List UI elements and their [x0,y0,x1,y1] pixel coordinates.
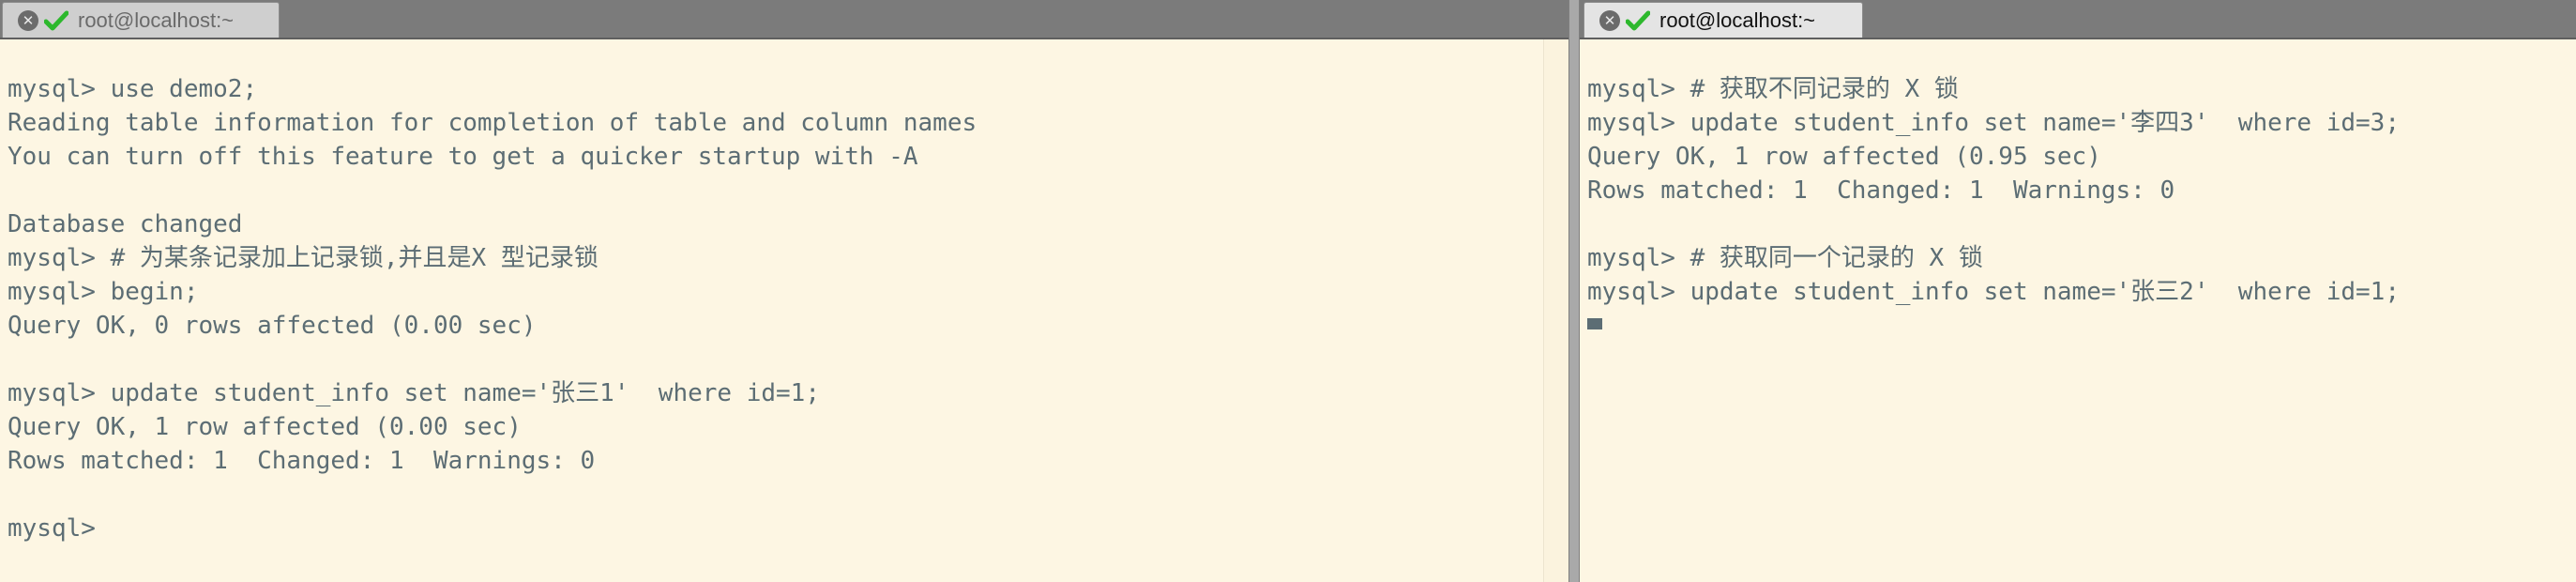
tab-title-left: root@localhost:~ [78,8,235,32]
terminal-tab-right[interactable]: ✕ root@localhost:~ [1583,2,1863,38]
terminal-line: mysql> # 获取不同记录的 X 锁 [1587,75,1959,103]
terminal-line: mysql> update student_info set name='张三2… [1587,278,2400,306]
check-icon [1626,10,1650,31]
terminal-line: Rows matched: 1 Changed: 1 Warnings: 0 [1587,176,2175,205]
check-icon [44,10,68,31]
close-icon[interactable]: ✕ [18,9,38,31]
close-icon[interactable]: ✕ [1599,9,1620,31]
terminal-line: Query OK, 0 rows affected (0.00 sec) [8,312,537,340]
terminal-line: Reading table information for completion… [8,109,977,137]
terminal-output-left[interactable]: mysql> use demo2; Reading table informati… [0,39,1568,582]
terminal-line [1587,309,2576,343]
terminal-pane-left[interactable]: ✕ root@localhost:~ mysql> use demo2; Read… [0,0,1568,582]
terminal-line: Query OK, 1 row affected (0.00 sec) [8,413,522,441]
terminal-cursor [1587,317,1602,329]
scrollbar-left[interactable] [1543,39,1568,582]
terminal-line: mysql> # 获取同一个记录的 X 锁 [1587,244,1983,272]
terminal-line: Rows matched: 1 Changed: 1 Warnings: 0 [8,447,596,475]
terminal-line: mysql> begin; [8,278,199,306]
terminal-line: You can turn off this feature to get a q… [8,143,918,171]
tab-bar-left: ✕ root@localhost:~ [0,0,1568,39]
terminal-line: mysql> [8,514,111,543]
screen: ✕ root@localhost:~ mysql> use demo2; Read… [0,0,2576,582]
pane-divider[interactable] [1568,0,1580,582]
terminal-line: Query OK, 1 row affected (0.95 sec) [1587,143,2101,171]
terminal-line: mysql> update student_info set name='张三1… [8,379,820,407]
terminal-pane-right[interactable]: ✕ root@localhost:~ mysql> # 获取不同记录的 X 锁m… [1580,0,2576,582]
terminal-output-right[interactable]: mysql> # 获取不同记录的 X 锁 mysql> update studen… [1580,39,2576,582]
terminal-line: mysql> update student_info set name='李四3… [1587,109,2400,137]
tab-title-right: root@localhost:~ [1659,8,1816,32]
terminal-line: mysql> use demo2; [8,75,258,103]
tab-bar-right: ✕ root@localhost:~ [1580,0,2576,39]
terminal-tab-left[interactable]: ✕ root@localhost:~ [2,2,280,38]
terminal-line: mysql> # 为某条记录加上记录锁,并且是X 型记录锁 [8,244,599,272]
terminal-line: Database changed [8,210,243,238]
